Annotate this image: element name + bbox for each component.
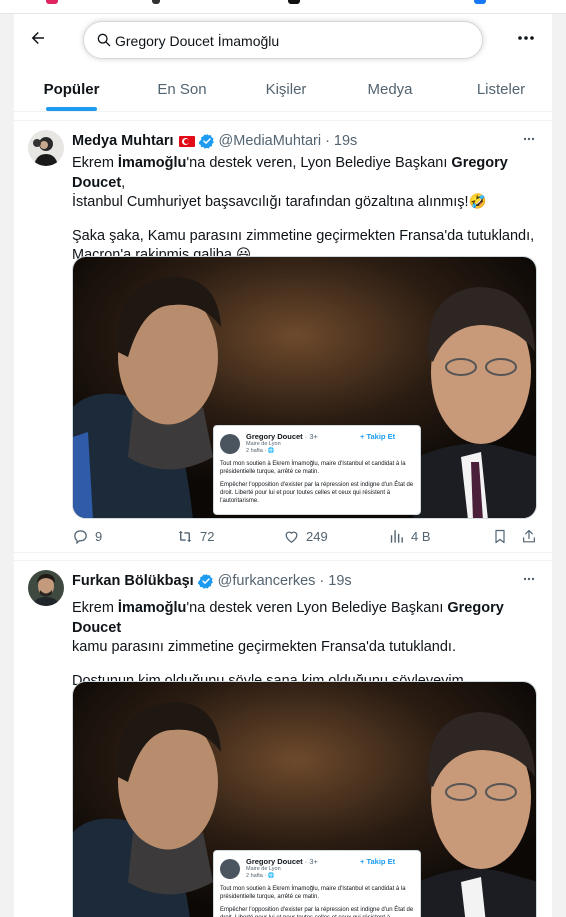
bookmark-button[interactable]: [492, 525, 514, 547]
browser-tab-icon[interactable]: [46, 0, 58, 4]
bookmark-icon: [495, 529, 505, 543]
search-query-text: Gregory Doucet İmamoğlu: [115, 33, 280, 49]
embedded-post-card: Gregory Doucet · 3+ Maire de Lyon 2 hafta…: [213, 425, 421, 515]
share-icon: [523, 529, 535, 542]
tweet-more-button[interactable]: [519, 569, 539, 589]
tweet-header: Furkan Bölükbaşı @furkancerkes · 19s: [72, 571, 352, 591]
user-handle[interactable]: @MediaMuhtari: [219, 133, 322, 149]
text-segment: ,: [121, 174, 126, 191]
text-segment: Ekrem: [72, 155, 118, 171]
search-icon: [97, 33, 111, 47]
card-sub1: Maire de Lyon: [246, 441, 281, 447]
browser-toolbar-strip: [0, 0, 566, 14]
verified-badge-icon: [198, 134, 214, 149]
tweet[interactable]: Furkan Bölükbaşı @furkancerkes · 19s Ekr…: [14, 560, 552, 917]
tweet-time[interactable]: 19s: [334, 133, 357, 149]
card-avatar: [220, 434, 240, 454]
more-horizontal-icon: [523, 577, 535, 581]
retweet-icon: [178, 530, 192, 542]
views-chart-icon: [390, 529, 403, 543]
tab-lists[interactable]: Listeler: [466, 66, 536, 112]
search-tabs: Popüler En Son Kişiler Medya Listeler: [14, 66, 552, 112]
card-name-text: Gregory Doucet: [246, 432, 303, 441]
tab-media[interactable]: Medya: [360, 66, 420, 112]
text-segment: Ekrem: [72, 600, 118, 616]
card-follow-label: + Takip Et: [360, 857, 396, 866]
card-sub1: Maire de Lyon: [246, 866, 281, 872]
card-author-name: Gregory Doucet · 3+: [246, 432, 318, 441]
card-paragraph: Tout mon soutien à Ekrem İmamoğlu, maire…: [220, 886, 406, 900]
card-text: Tout mon soutien à Ekrem İmamoğlu, maire…: [220, 885, 416, 917]
reply-icon: [74, 529, 87, 544]
reply-button[interactable]: 9: [72, 525, 102, 547]
tab-people[interactable]: Kişiler: [254, 66, 318, 112]
card-sub2: 2 hafta · 🌐: [246, 873, 275, 879]
card-badge: · 3+: [304, 857, 318, 866]
avatar[interactable]: [28, 130, 64, 166]
tweet-header: Medya Muhtarı @MediaMuhtari · 19s: [72, 131, 357, 151]
tweet-media-image[interactable]: Gregory Doucet · 3+ Maire de Lyon 2 hafta…: [72, 256, 537, 519]
display-name[interactable]: Medya Muhtarı: [72, 133, 174, 149]
card-paragraph: Tout mon soutien à Ekrem İmamoğlu, maire…: [220, 461, 406, 475]
reply-count: 9: [95, 528, 103, 544]
tweet-more-button[interactable]: [519, 129, 539, 149]
avatar[interactable]: [28, 570, 64, 606]
tweet-media-image[interactable]: Gregory Doucet · 3+ Maire de Lyon 2 hafta…: [72, 681, 537, 917]
like-count: 249: [306, 528, 328, 544]
arrow-left-icon: [31, 32, 44, 44]
card-sub2: 2 hafta · 🌐: [246, 448, 275, 454]
card-follow-label: + Takip Et: [360, 432, 396, 441]
user-handle[interactable]: @furkancerkes: [218, 573, 316, 589]
card-paragraph: Empêcher l'opposition d'exister par la r…: [220, 482, 414, 504]
retweet-count: 72: [200, 528, 215, 544]
avatar-image: [28, 570, 64, 606]
text-line: Şaka şaka, Kamu parasını zimmetine geçir…: [72, 227, 535, 244]
tab-popular[interactable]: Popüler: [38, 66, 105, 112]
tweet-text: Ekrem İmamoğlu'na destek veren, Lyon Bel…: [72, 154, 542, 266]
tweet-text: Ekrem İmamoğlu'na destek veren Lyon Bele…: [72, 599, 542, 691]
views-count: 4 B: [411, 528, 431, 544]
text-segment: 'na destek veren Lyon Belediye Başkanı: [186, 600, 448, 616]
views-button[interactable]: 4 B: [388, 525, 431, 547]
more-horizontal-icon: [518, 36, 534, 40]
active-tab-indicator: [46, 107, 97, 111]
more-horizontal-icon: [523, 137, 535, 141]
verified-badge-icon: [197, 574, 213, 589]
turkey-flag-icon: [178, 135, 195, 147]
separator-dot: ·: [325, 133, 330, 149]
text-line: İstanbul Cumhuriyet başsavcılığı tarafın…: [72, 194, 487, 210]
browser-tab-icon[interactable]: [152, 0, 160, 4]
tweet-time[interactable]: 19s: [328, 573, 351, 589]
text-segment: 'na destek veren, Lyon Belediye Başkanı: [186, 155, 452, 171]
back-button[interactable]: [26, 26, 50, 50]
more-options-button[interactable]: [514, 28, 538, 48]
card-subtitle: Maire de Lyon 2 hafta · 🌐: [246, 866, 281, 880]
search-header: Gregory Doucet İmamoğlu: [14, 14, 552, 66]
separator-dot: ·: [319, 573, 325, 589]
browser-tab-icon[interactable]: [474, 0, 486, 4]
tweet-actions: 9 72 249 4 B: [72, 525, 542, 547]
embedded-post-card: Gregory Doucet · 3+ Maire de Lyon 2 hafta…: [213, 850, 421, 917]
card-author-name: Gregory Doucet · 3+: [246, 857, 318, 866]
tab-latest[interactable]: En Son: [146, 66, 218, 112]
display-name[interactable]: Furkan Bölükbaşı: [72, 573, 194, 589]
highlight-term: İmamoğlu: [117, 155, 187, 171]
card-avatar: [220, 859, 240, 879]
card-badge: · 3+: [304, 432, 318, 441]
retweet-button[interactable]: 72: [176, 525, 214, 547]
like-button[interactable]: 249: [283, 525, 328, 547]
avatar-image: [28, 130, 64, 166]
heart-icon: [285, 531, 298, 543]
card-name-text: Gregory Doucet: [246, 857, 303, 866]
highlight-term: İmamoğlu: [117, 600, 187, 616]
main-column: Gregory Doucet İmamoğlu Popüler En Son K…: [13, 14, 553, 917]
search-input[interactable]: Gregory Doucet İmamoğlu: [83, 21, 483, 59]
card-paragraph: Empêcher l'opposition d'exister par la r…: [220, 907, 414, 917]
card-text: Tout mon soutien à Ekrem İmamoğlu, maire…: [220, 460, 416, 510]
tweet[interactable]: Medya Muhtarı @MediaMuhtari · 19s Ekrem …: [14, 120, 552, 553]
browser-tab-icon[interactable]: [288, 0, 300, 4]
share-button[interactable]: [521, 525, 543, 547]
text-line: kamu parasını zimmetine geçirmekten Fran…: [72, 639, 456, 655]
card-subtitle: Maire de Lyon 2 hafta · 🌐: [246, 441, 281, 455]
